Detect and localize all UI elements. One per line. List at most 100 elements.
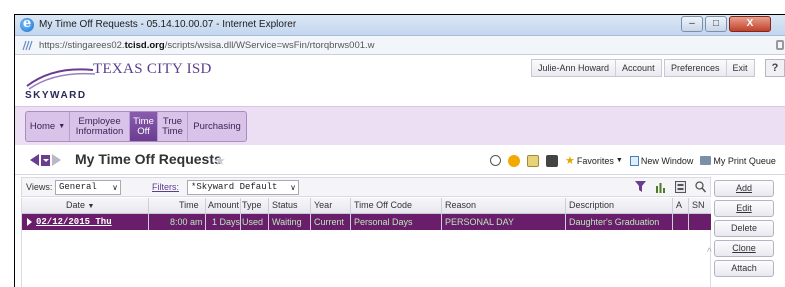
column-header-date[interactable]: Date ▼ [66,200,94,210]
filters-link[interactable]: Filters: [152,182,179,192]
column-divider [240,198,241,230]
column-header-time-off-code[interactable]: Time Off Code [354,200,412,210]
cell-amount: 1 Days [212,217,241,227]
scroll-up-icon[interactable]: ^ [707,247,712,258]
page-toolbar: ★ Favorites ▼ New Window My Print Queue [490,154,776,167]
column-header-type[interactable]: Type [242,200,262,210]
user-links: Julie-Ann Howard Account [531,59,662,77]
column-header-time[interactable]: Time [179,200,199,210]
column-header-reason[interactable]: Reason [445,200,476,210]
skyward-logo: SKYWARD [25,68,96,101]
sort-desc-icon: ▼ [87,203,95,210]
clone-button[interactable]: Clone [714,240,774,257]
cell-status: Waiting [272,217,302,227]
exit-link[interactable]: Exit [727,60,754,76]
title-bar: My Time Off Requests - 05.14.10.00.07 - … [15,15,785,36]
camera-icon[interactable] [546,154,558,167]
cell-time-off-code: Personal Days [354,217,413,227]
new-window-link[interactable]: New Window [629,155,693,166]
favorites-menu[interactable]: ★ Favorites ▼ [565,154,623,167]
column-divider [148,198,149,230]
tab-time-off[interactable]: Time Off [130,112,158,141]
main-nav: Home ▼ Employee Information Time Off True… [15,106,785,145]
column-divider [268,198,269,230]
printer-icon [700,156,712,165]
app-header: SKYWARD TEXAS CITY ISD Julie-Ann Howard A… [15,55,785,106]
grid-toolbar: Views: General ∨ Filters: *Skyward Defaul… [21,177,711,197]
search-icon[interactable] [695,181,706,193]
column-divider [310,198,311,230]
nav-tabs: Home ▼ Employee Information Time Off True… [25,111,247,142]
preferences-link[interactable]: Preferences [665,60,727,76]
column-header-a[interactable]: A [676,200,682,210]
tab-true-time[interactable]: True Time [158,112,188,141]
views-label: Views: [26,182,53,192]
address-bar[interactable]: https://stingarees02.tcisd.org/scripts/w… [15,36,785,55]
minimize-button[interactable]: – [681,16,703,32]
table-header: Date ▼ Time Amount Type Status Year Time… [22,198,711,214]
help-button[interactable]: ? [765,59,785,77]
user-name: Julie-Ann Howard [532,60,617,76]
table-row[interactable]: 02/12/2015 Thu 8:00 am 1 Days Used Waiti… [22,214,711,230]
cell-date[interactable]: 02/12/2015 Thu [36,217,112,227]
cell-description: Daughter's Graduation [569,217,660,227]
filters-select[interactable]: *Skyward Default ∨ [187,180,299,195]
window-title: My Time Off Requests - 05.14.10.00.07 - … [39,19,297,30]
column-divider [672,198,673,230]
column-divider [688,198,689,230]
column-header-status[interactable]: Status [272,200,298,210]
close-button[interactable]: X [729,16,771,32]
expand-row-icon[interactable] [27,218,32,226]
maximize-button[interactable]: □ [705,16,727,32]
page-title: My Time Off Requests [75,151,222,167]
alert-icon[interactable] [508,154,520,167]
delete-button[interactable]: Delete [714,220,774,237]
back-arrow-icon[interactable] [30,154,39,166]
grid-tool-icons [635,181,706,193]
account-link[interactable]: Account [616,60,661,76]
print-queue-link[interactable]: My Print Queue [700,156,776,166]
district-name: TEXAS CITY ISD [93,61,212,77]
chevron-down-icon: ▼ [615,157,623,164]
forward-arrow-icon[interactable] [52,154,61,166]
column-divider [350,198,351,230]
edit-button[interactable]: Edit [714,200,774,217]
column-header-amount[interactable]: Amount [208,200,239,210]
requests-table: Date ▼ Time Amount Type Status Year Time… [21,198,711,287]
internet-explorer-icon [20,16,34,32]
filter-icon[interactable] [635,181,646,193]
add-button[interactable]: Add [714,180,774,197]
favorite-star-icon[interactable]: ★ [214,153,226,169]
chevron-down-icon: ▼ [58,122,66,130]
tab-purchasing[interactable]: Purchasing [188,112,246,141]
column-header-sn[interactable]: SN [692,200,705,210]
svg-text:SKYWARD: SKYWARD [25,90,87,101]
chart-icon[interactable] [655,181,666,193]
column-header-description[interactable]: Description [569,200,614,210]
page-header: My Time Off Requests ★ ★ Favorites ▼ New W… [15,145,785,175]
tab-home[interactable]: Home ▼ [26,112,70,141]
browser-window: My Time Off Requests - 05.14.10.00.07 - … [14,14,785,287]
cell-reason: PERSONAL DAY [445,217,515,227]
export-icon[interactable] [675,181,686,193]
cell-time: 8:00 am [170,217,203,227]
navigation-arrows[interactable] [30,154,61,166]
cell-type: Used [242,217,264,227]
chevron-down-icon: ∨ [290,183,296,192]
url-text[interactable]: https://stingarees02.tcisd.org/scripts/w… [39,40,375,51]
chevron-down-icon: ∨ [112,183,118,192]
attach-button[interactable]: Attach [714,260,774,277]
column-divider [565,198,566,230]
column-divider [441,198,442,230]
cell-year: Current [314,217,345,227]
views-select[interactable]: General ∨ [55,180,121,195]
new-window-icon [629,155,639,166]
column-header-year[interactable]: Year [314,200,332,210]
preferences-links: Preferences Exit [664,59,755,77]
history-menu-icon[interactable] [41,154,50,166]
clock-icon[interactable] [490,155,501,166]
column-divider [205,198,206,230]
notes-icon[interactable] [527,154,539,167]
star-icon: ★ [565,155,575,167]
tab-employee-information[interactable]: Employee Information [70,112,130,141]
